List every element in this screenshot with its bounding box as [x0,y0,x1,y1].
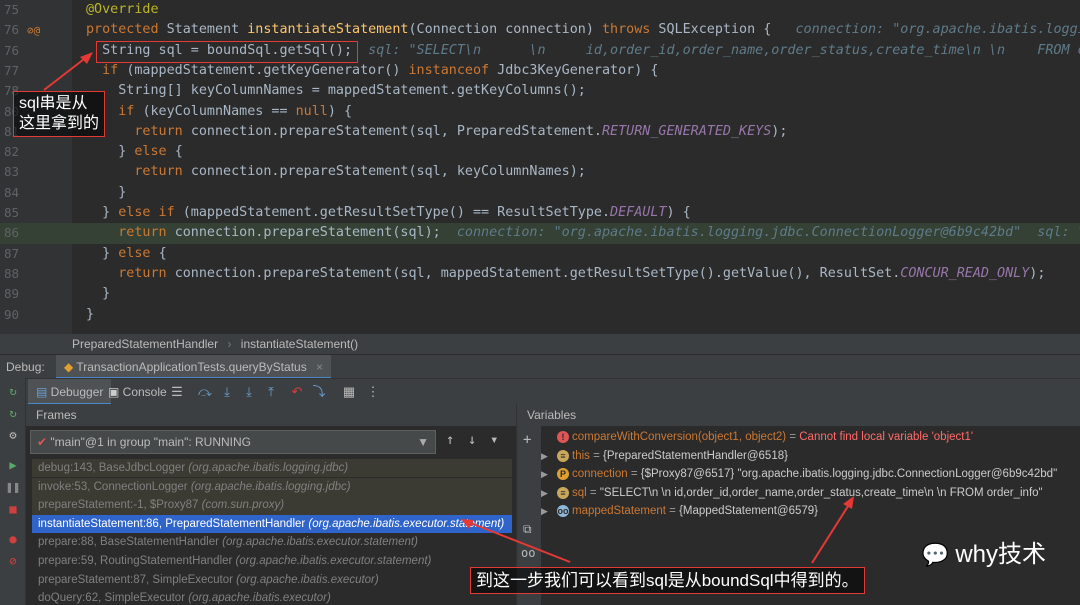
annotation-arrows [43,52,854,564]
arrow-to-frame [467,521,571,563]
wechat-icon: 💬 [921,542,950,567]
watermark: 💬 why技术 [921,541,1046,568]
arrow-to-sql-line [43,55,89,91]
arrow-to-sql-var [811,502,851,564]
arrowhead [80,52,93,64]
arrowhead [843,496,854,509]
